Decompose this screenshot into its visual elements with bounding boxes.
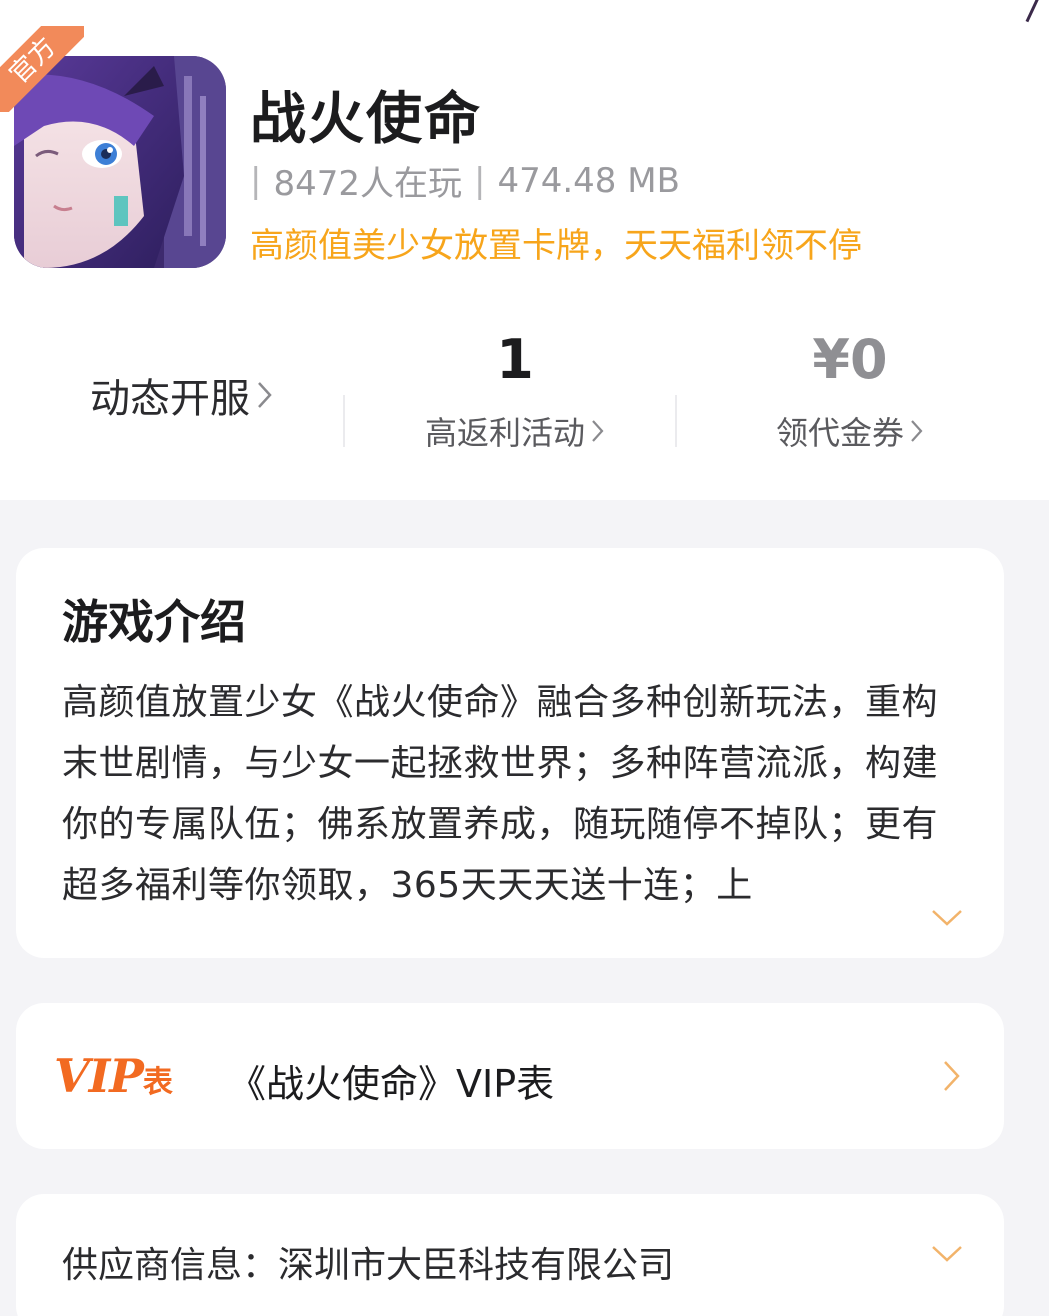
dynamic-server-label: 动态开服: [90, 376, 250, 422]
supplier-info: 供应商信息：深圳市大臣科技有限公司: [62, 1245, 675, 1286]
rebate-count: 1: [496, 328, 534, 391]
intro-text: 高颜值放置少女《战火使命》融合多种创新玩法，重构末世剧情，与少女一起拯救世界；多…: [62, 682, 939, 906]
meta-separator: |: [250, 160, 262, 201]
chevron-right-icon: [942, 1059, 962, 1097]
vip-logo-small: 表: [142, 1065, 173, 1100]
chevron-right-icon: [256, 380, 274, 410]
rebate-label-row: 高返利活动: [425, 408, 605, 454]
vip-table-title: 《战火使命》VIP表: [228, 1062, 555, 1106]
official-badge-label: 官方: [0, 26, 84, 112]
player-count: 8472人在玩: [273, 164, 462, 204]
intro-title: 游戏介绍: [62, 595, 246, 649]
vip-logo-main: VIP: [54, 1049, 144, 1103]
coupon-label-row: 领代金券: [776, 408, 924, 454]
vip-table-card[interactable]: VIP表 《战火使命》VIP表: [16, 1003, 1004, 1149]
stat-divider: [675, 395, 677, 447]
expand-chevron-down-icon[interactable]: [930, 908, 964, 932]
coupon-label: 领代金券: [775, 414, 904, 452]
rebate-label: 高返利活动: [424, 414, 585, 452]
game-title: 战火使命: [250, 87, 482, 152]
game-slogan: 高颜值美少女放置卡牌，天天福利领不停: [250, 226, 862, 266]
coupon-value: ¥0: [812, 328, 888, 391]
game-header: 官方 战火使命 | 8472人在玩 | 474.48 MB 高颜值美少女放置卡牌…: [0, 0, 1049, 500]
game-detail-page: 官方 战火使命 | 8472人在玩 | 474.48 MB 高颜值美少女放置卡牌…: [0, 0, 1049, 1316]
dynamic-server-link[interactable]: 动态开服: [90, 366, 274, 424]
meta-separator: |: [474, 160, 486, 201]
game-intro-card: 游戏介绍 高颜值放置少女《战火使命》融合多种创新玩法，重构末世剧情，与少女一起拯…: [16, 548, 1004, 958]
stat-divider: [343, 395, 345, 447]
game-meta: | 8472人在玩 | 474.48 MB: [250, 156, 680, 205]
corner-decoration: [1009, 0, 1049, 40]
vip-logo: VIP表: [54, 1049, 173, 1103]
official-badge: 官方: [0, 26, 84, 112]
chevron-right-icon: [591, 419, 605, 443]
chevron-right-icon: [910, 419, 924, 443]
game-size: 474.48 MB: [497, 160, 680, 201]
rebate-activity-stat[interactable]: 1 高返利活动: [365, 330, 665, 454]
coupon-stat[interactable]: ¥0 领代金券: [700, 330, 1000, 454]
chevron-down-icon: [930, 1244, 964, 1268]
supplier-info-card[interactable]: 供应商信息：深圳市大臣科技有限公司: [16, 1194, 1004, 1316]
